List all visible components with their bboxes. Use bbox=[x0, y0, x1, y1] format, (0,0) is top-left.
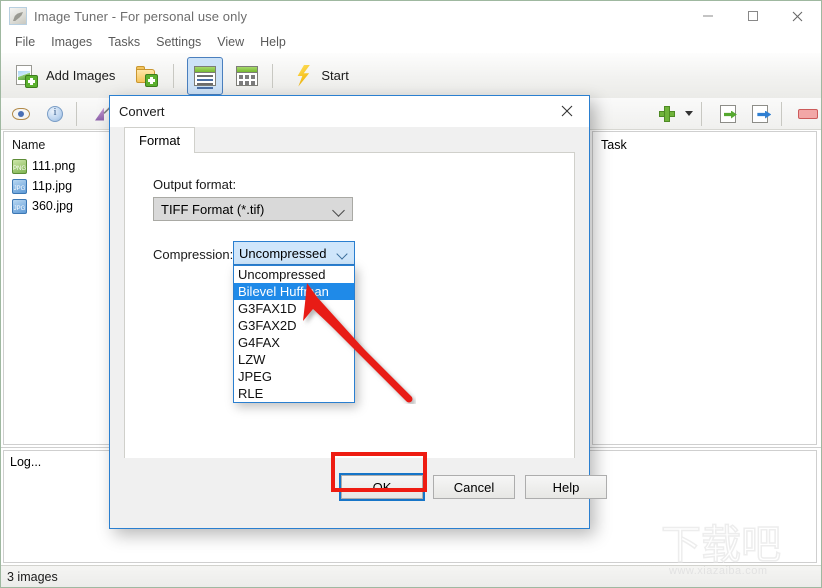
jpg-file-icon: JPG bbox=[12, 198, 27, 214]
grid-view-icon bbox=[236, 65, 259, 86]
compression-value: Uncompressed bbox=[239, 245, 327, 261]
left-toolbar-separator bbox=[76, 101, 77, 126]
dropdown-option[interactable]: G3FAX1D bbox=[234, 300, 354, 317]
add-task-dropdown-button[interactable] bbox=[680, 102, 693, 126]
png-file-icon: PNG bbox=[12, 158, 27, 174]
compression-dropdown-list[interactable]: Uncompressed Bilevel Huffman G3FAX1D G3F… bbox=[233, 265, 355, 403]
start-button[interactable]: Start bbox=[286, 57, 355, 95]
tab-strip: Format bbox=[124, 127, 575, 153]
task-pane-toolbar bbox=[590, 98, 821, 130]
window-controls bbox=[685, 1, 820, 31]
column-header-task: Task bbox=[601, 138, 627, 152]
import-tasks-button[interactable] bbox=[715, 102, 741, 126]
menu-item-view[interactable]: View bbox=[209, 33, 252, 51]
add-images-label: Add Images bbox=[46, 68, 116, 83]
dropdown-option[interactable]: LZW bbox=[234, 351, 354, 368]
app-icon bbox=[9, 7, 27, 25]
dropdown-option[interactable]: G4FAX bbox=[234, 334, 354, 351]
toolbar-separator-1 bbox=[173, 63, 175, 88]
file-name: 360.jpg bbox=[32, 199, 74, 213]
compression-label: Compression: bbox=[153, 247, 234, 262]
dropdown-option[interactable]: JPEG bbox=[234, 368, 354, 385]
minus-icon bbox=[797, 108, 818, 119]
folder-add-icon bbox=[135, 65, 159, 87]
preview-button[interactable] bbox=[7, 102, 35, 126]
close-icon[interactable] bbox=[545, 96, 589, 126]
status-bar: 3 images bbox=[1, 565, 821, 587]
output-format-value: TIFF Format (*.tif) bbox=[161, 201, 265, 217]
lightning-bolt-icon bbox=[293, 64, 313, 88]
dialog-title-bar: Convert bbox=[110, 96, 589, 127]
output-format-label: Output format: bbox=[153, 177, 237, 192]
main-window: Image Tuner - For personal use only File… bbox=[0, 0, 822, 588]
export-blue-icon bbox=[752, 104, 772, 123]
add-images-button[interactable]: Add Images bbox=[7, 57, 122, 95]
dropdown-option[interactable]: G3FAX2D bbox=[234, 317, 354, 334]
plus-icon bbox=[659, 105, 676, 122]
cancel-button[interactable]: Cancel bbox=[433, 475, 515, 499]
export-green-icon bbox=[719, 104, 737, 123]
right-toolbar-separator-1 bbox=[700, 101, 702, 126]
tab-format[interactable]: Format bbox=[124, 127, 196, 153]
dialog-button-row: OK Cancel Help bbox=[110, 458, 607, 528]
maximize-icon[interactable] bbox=[730, 1, 775, 31]
start-label: Start bbox=[321, 68, 349, 83]
tab-page-format: Output format: TIFF Format (*.tif) Compr… bbox=[124, 152, 575, 459]
chevron-down-icon bbox=[332, 204, 345, 217]
chevron-down-icon bbox=[336, 248, 348, 260]
menu-bar: File Images Tasks Settings View Help bbox=[1, 31, 821, 53]
file-name: 11p.jpg bbox=[32, 179, 73, 193]
dialog-title: Convert bbox=[119, 104, 165, 119]
window-title: Image Tuner - For personal use only bbox=[34, 8, 248, 24]
dropdown-option[interactable]: Uncompressed bbox=[234, 266, 354, 283]
dropdown-option-selected[interactable]: Bilevel Huffman bbox=[234, 283, 354, 300]
close-icon[interactable] bbox=[775, 1, 820, 31]
title-bar: Image Tuner - For personal use only bbox=[1, 1, 821, 31]
status-image-count: 3 images bbox=[7, 569, 58, 584]
eye-icon bbox=[12, 107, 30, 120]
jpg-file-icon: JPG bbox=[12, 178, 27, 194]
properties-button[interactable] bbox=[41, 102, 69, 126]
dialog-body: Format Output format: TIFF Format (*.tif… bbox=[110, 127, 607, 528]
minimize-icon[interactable] bbox=[685, 1, 730, 31]
chevron-down-icon bbox=[684, 111, 693, 116]
output-format-select[interactable]: TIFF Format (*.tif) bbox=[153, 197, 353, 221]
menu-item-help[interactable]: Help bbox=[252, 33, 294, 51]
list-view-button[interactable] bbox=[187, 56, 224, 95]
add-folder-button[interactable] bbox=[128, 57, 166, 95]
grid-view-button[interactable] bbox=[229, 57, 265, 95]
list-view-icon bbox=[194, 65, 217, 89]
task-list[interactable]: Task bbox=[592, 131, 817, 445]
document-add-icon bbox=[14, 64, 38, 88]
ok-button[interactable]: OK bbox=[339, 473, 425, 501]
file-name: 111.png bbox=[32, 159, 76, 173]
remove-task-button[interactable] bbox=[795, 102, 821, 126]
info-icon bbox=[47, 105, 63, 122]
compression-select[interactable]: Uncompressed bbox=[233, 241, 355, 265]
add-task-button[interactable] bbox=[654, 102, 680, 126]
convert-dialog: Convert Format Output format: TIFF Forma… bbox=[109, 95, 607, 529]
main-toolbar: Add Images Start bbox=[1, 53, 821, 99]
menu-item-settings[interactable]: Settings bbox=[148, 33, 209, 51]
help-button[interactable]: Help bbox=[525, 475, 607, 499]
menu-item-tasks[interactable]: Tasks bbox=[100, 33, 148, 51]
menu-item-file[interactable]: File bbox=[7, 33, 43, 51]
dropdown-option[interactable]: RLE bbox=[234, 385, 354, 402]
export-tasks-button[interactable] bbox=[747, 102, 773, 126]
toolbar-separator-2 bbox=[272, 63, 274, 88]
menu-item-images[interactable]: Images bbox=[43, 33, 100, 51]
right-toolbar-separator-2 bbox=[780, 101, 782, 126]
